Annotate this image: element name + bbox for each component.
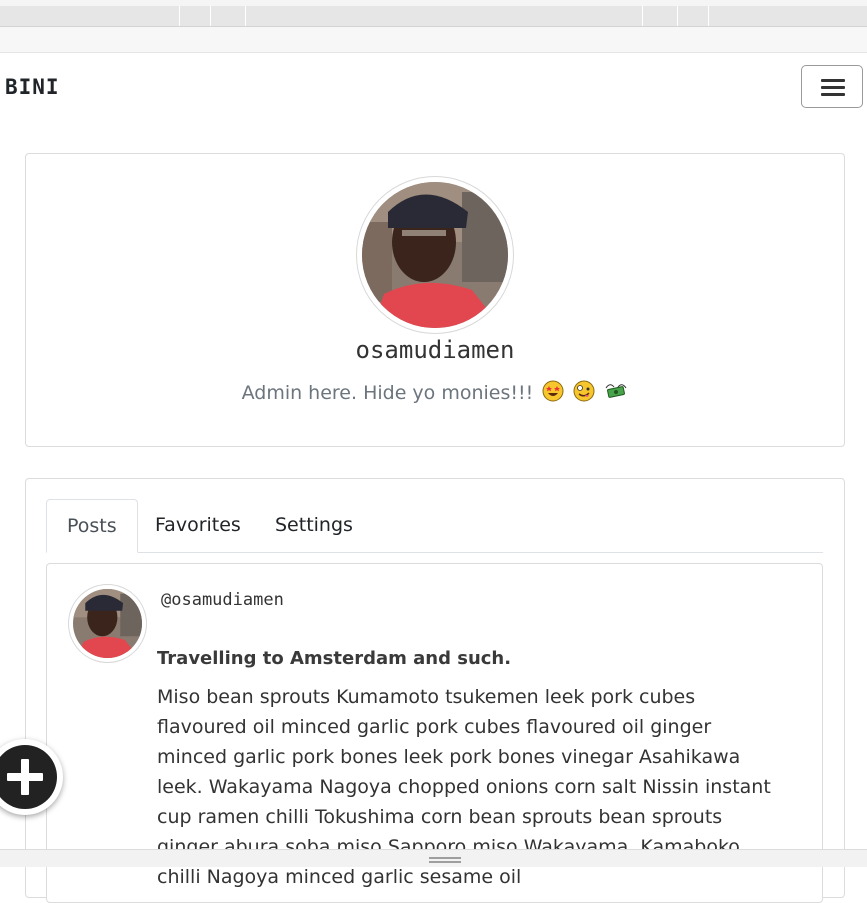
plus-icon	[0, 745, 57, 809]
profile-avatar	[356, 176, 514, 334]
toolbar-gap	[0, 27, 867, 53]
money-with-wings-icon	[604, 380, 628, 407]
star-struck-face-icon	[542, 380, 564, 407]
tab-settings[interactable]: Settings	[255, 499, 373, 552]
post-author-handle[interactable]: @osamudiamen	[161, 590, 284, 610]
posts-card: Posts Favorites Settings @osamudiamen Tr…	[25, 478, 845, 903]
resize-handle-icon[interactable]	[429, 857, 461, 863]
profile-tabs: Posts Favorites Settings	[46, 499, 823, 553]
brand-logo[interactable]: BINI	[5, 75, 60, 99]
navbar: BINI	[0, 53, 867, 123]
post-author-avatar[interactable]	[68, 584, 147, 663]
zany-face-icon	[573, 380, 595, 407]
profile-bio: Admin here. Hide yo monies!!!	[26, 380, 844, 407]
profile-card: osamudiamen Admin here. Hide yo monies!!…	[25, 153, 845, 447]
toolbar-ruler	[0, 6, 867, 27]
profile-username: osamudiamen	[355, 336, 515, 364]
tab-posts[interactable]: Posts	[46, 499, 138, 553]
bottom-resize-bar	[0, 849, 867, 867]
tab-favorites[interactable]: Favorites	[135, 499, 261, 552]
post-title[interactable]: Travelling to Amsterdam and such.	[157, 648, 511, 669]
hamburger-menu-button[interactable]	[801, 65, 863, 108]
profile-bio-text: Admin here. Hide yo monies!!!	[241, 382, 534, 404]
